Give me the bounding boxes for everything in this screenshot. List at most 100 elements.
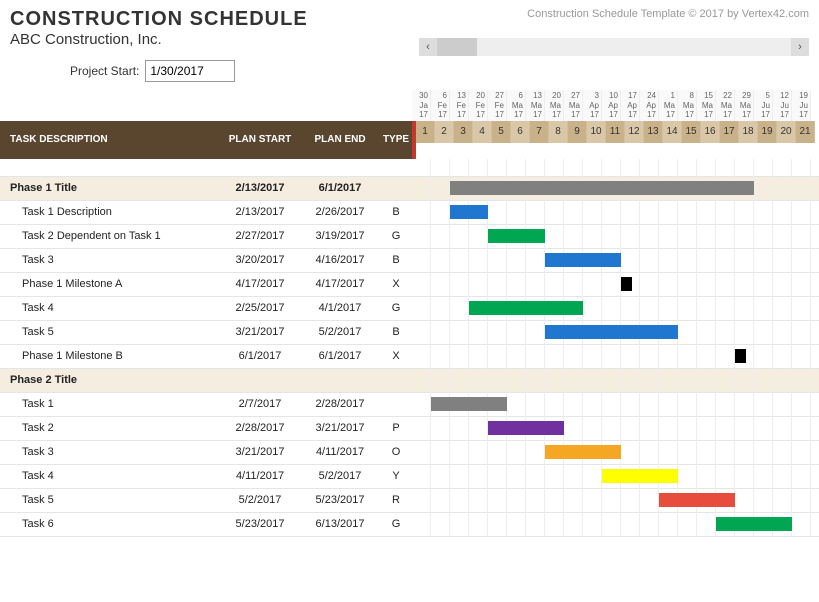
- task-end[interactable]: 5/2/2017: [300, 470, 380, 482]
- gantt-bar: [488, 421, 564, 435]
- task-desc[interactable]: Task 3: [0, 254, 220, 266]
- task-desc[interactable]: Phase 2 Title: [0, 374, 220, 386]
- gantt-bar: [450, 181, 754, 195]
- task-start[interactable]: 4/11/2017: [220, 470, 300, 482]
- gantt-area: [412, 392, 819, 416]
- task-desc[interactable]: Task 1 Description: [0, 206, 220, 218]
- gantt-area: [412, 368, 819, 392]
- gantt-bar: [469, 301, 583, 315]
- task-start[interactable]: 5/23/2017: [220, 518, 300, 530]
- task-end[interactable]: 6/13/2017: [300, 518, 380, 530]
- gantt-area: [412, 464, 819, 488]
- task-desc[interactable]: Phase 1 Title: [0, 182, 220, 194]
- task-type[interactable]: G: [380, 518, 412, 530]
- gantt-area: [412, 296, 819, 320]
- task-end[interactable]: 4/1/2017: [300, 302, 380, 314]
- task-start[interactable]: 3/20/2017: [220, 254, 300, 266]
- task-type[interactable]: X: [380, 278, 412, 290]
- date-cell: 13Ma17: [526, 90, 545, 121]
- task-start[interactable]: 3/21/2017: [220, 326, 300, 338]
- task-desc[interactable]: Task 5: [0, 494, 220, 506]
- scroll-right-button[interactable]: ›: [791, 38, 809, 56]
- task-start[interactable]: 6/1/2017: [220, 350, 300, 362]
- task-end[interactable]: 6/1/2017: [300, 350, 380, 362]
- task-end[interactable]: 2/26/2017: [300, 206, 380, 218]
- task-desc[interactable]: Task 5: [0, 326, 220, 338]
- task-desc[interactable]: Task 6: [0, 518, 220, 530]
- week-cell: 6: [511, 121, 530, 143]
- week-cell: 18: [739, 121, 758, 143]
- task-type[interactable]: G: [380, 302, 412, 314]
- gantt-area: [412, 176, 819, 200]
- gantt-area: [412, 416, 819, 440]
- task-start[interactable]: 2/27/2017: [220, 230, 300, 242]
- task-row: Task 22/28/20173/21/2017P: [0, 417, 819, 441]
- gantt-bar: [716, 517, 792, 531]
- task-end[interactable]: 3/21/2017: [300, 422, 380, 434]
- task-desc[interactable]: Task 3: [0, 446, 220, 458]
- task-desc[interactable]: Phase 1 Milestone B: [0, 350, 220, 362]
- project-start-label: Project Start:: [70, 64, 139, 78]
- task-desc[interactable]: Task 1: [0, 398, 220, 410]
- week-cell: 14: [663, 121, 682, 143]
- task-desc[interactable]: Task 4: [0, 470, 220, 482]
- task-row: Task 44/11/20175/2/2017Y: [0, 465, 819, 489]
- task-type[interactable]: R: [380, 494, 412, 506]
- task-desc[interactable]: Task 2 Dependent on Task 1: [0, 230, 220, 242]
- task-row: Phase 1 Milestone A4/17/20174/17/2017X: [0, 273, 819, 297]
- date-cell: 20Fe17: [469, 90, 488, 121]
- week-cell: 16: [701, 121, 720, 143]
- timeline-scrollbar[interactable]: ‹ ›: [419, 38, 809, 56]
- gantt-area: [412, 512, 819, 536]
- week-cell: 21: [796, 121, 815, 143]
- task-start[interactable]: 4/17/2017: [220, 278, 300, 290]
- task-end[interactable]: 3/19/2017: [300, 230, 380, 242]
- scroll-left-button[interactable]: ‹: [419, 38, 437, 56]
- project-start-input[interactable]: [145, 60, 235, 82]
- scroll-track[interactable]: [437, 38, 791, 56]
- task-type[interactable]: O: [380, 446, 412, 458]
- task-start[interactable]: 3/21/2017: [220, 446, 300, 458]
- gantt-bar: [488, 229, 545, 243]
- week-cell: 9: [568, 121, 587, 143]
- task-end[interactable]: 4/16/2017: [300, 254, 380, 266]
- week-cell: 20: [777, 121, 796, 143]
- date-cell: 1Ma17: [659, 90, 678, 121]
- task-start[interactable]: 2/13/2017: [220, 182, 300, 194]
- date-cell: 13Fe17: [450, 90, 469, 121]
- week-cell: 13: [644, 121, 663, 143]
- task-desc[interactable]: Phase 1 Milestone A: [0, 278, 220, 290]
- gantt-area: [412, 440, 819, 464]
- gantt-area: [412, 488, 819, 512]
- task-end[interactable]: 5/23/2017: [300, 494, 380, 506]
- week-cell: 7: [530, 121, 549, 143]
- task-start[interactable]: 2/13/2017: [220, 206, 300, 218]
- scroll-thumb[interactable]: [437, 38, 477, 56]
- week-cell: 11: [606, 121, 625, 143]
- task-desc[interactable]: Task 4: [0, 302, 220, 314]
- date-cell: 27Fe17: [488, 90, 507, 121]
- date-cell: 27Ma17: [564, 90, 583, 121]
- task-start[interactable]: 5/2/2017: [220, 494, 300, 506]
- task-type[interactable]: X: [380, 350, 412, 362]
- task-type[interactable]: B: [380, 326, 412, 338]
- task-start[interactable]: 2/25/2017: [220, 302, 300, 314]
- task-type[interactable]: B: [380, 206, 412, 218]
- week-cell: 19: [758, 121, 777, 143]
- col-header-task: TASK DESCRIPTION: [0, 134, 220, 145]
- task-end[interactable]: 2/28/2017: [300, 398, 380, 410]
- task-type[interactable]: B: [380, 254, 412, 266]
- task-type[interactable]: Y: [380, 470, 412, 482]
- task-type[interactable]: G: [380, 230, 412, 242]
- task-row: Task 12/7/20172/28/2017: [0, 393, 819, 417]
- task-end[interactable]: 6/1/2017: [300, 182, 380, 194]
- task-end[interactable]: 4/17/2017: [300, 278, 380, 290]
- task-end[interactable]: 5/2/2017: [300, 326, 380, 338]
- task-start[interactable]: 2/28/2017: [220, 422, 300, 434]
- task-start[interactable]: 2/7/2017: [220, 398, 300, 410]
- phase-row: Phase 1 Title2/13/20176/1/2017: [0, 177, 819, 201]
- task-type[interactable]: P: [380, 422, 412, 434]
- gantt-area: [412, 224, 819, 248]
- task-desc[interactable]: Task 2: [0, 422, 220, 434]
- task-end[interactable]: 4/11/2017: [300, 446, 380, 458]
